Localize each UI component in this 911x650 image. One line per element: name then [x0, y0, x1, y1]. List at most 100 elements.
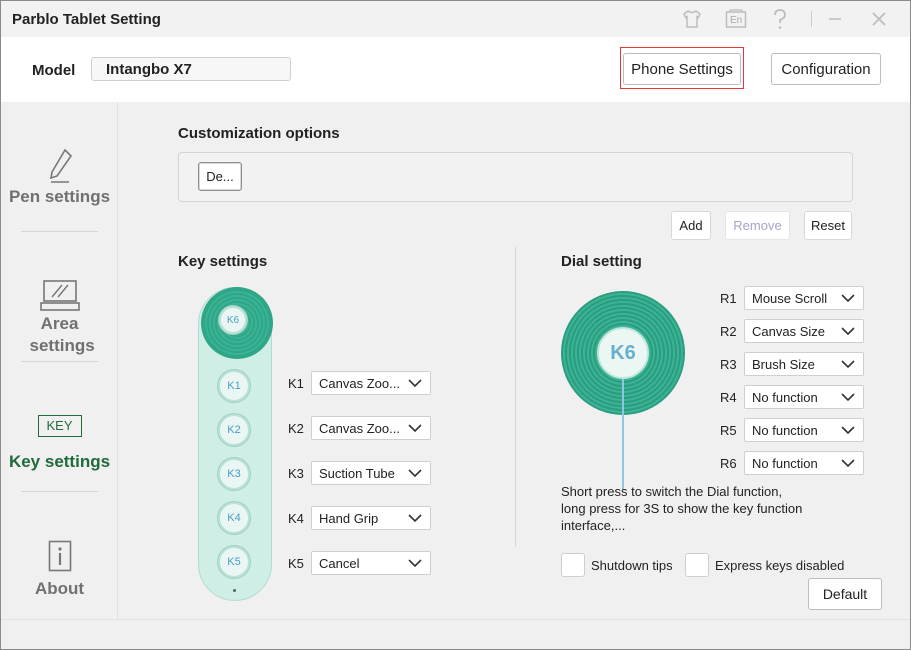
dial-center-button[interactable]: K6 — [597, 327, 649, 379]
model-label: Model — [32, 62, 76, 79]
chevron-down-icon — [408, 469, 422, 478]
sidebar-divider — [21, 491, 98, 492]
chevron-down-icon — [841, 459, 855, 468]
pen-icon — [1, 148, 118, 186]
select-value: Canvas Size — [752, 324, 825, 339]
remove-button[interactable]: Remove — [725, 211, 790, 240]
dial-row-label: R6 — [720, 456, 737, 471]
select-value: Suction Tube — [319, 466, 395, 481]
key-button-k1[interactable]: K1 — [218, 370, 250, 402]
key-k3-select[interactable]: Suction Tube — [311, 461, 431, 485]
dial-r6-select[interactable]: No function — [744, 451, 864, 475]
select-value: Hand Grip — [319, 511, 379, 526]
sidebar-item-label: Area settings — [29, 314, 95, 355]
close-icon[interactable] — [867, 7, 891, 31]
dial-r1-select[interactable]: Mouse Scroll — [744, 286, 864, 310]
chevron-down-icon — [841, 393, 855, 402]
key-button-k6[interactable]: K6 — [219, 306, 247, 334]
dial-description-line: interface,... — [561, 518, 626, 533]
key-button-k5[interactable]: K5 — [218, 546, 250, 578]
chevron-down-icon — [408, 379, 422, 388]
sidebar-item-label: Pen settings — [8, 187, 111, 206]
phone-settings-button[interactable]: Phone Settings — [623, 53, 741, 85]
title-bar: Parblo Tablet Setting En — [1, 1, 910, 37]
add-button[interactable]: Add — [671, 211, 711, 240]
sidebar-item-pen-settings[interactable]: Pen settings — [1, 148, 118, 208]
section-divider — [515, 247, 516, 547]
chevron-down-icon — [408, 424, 422, 433]
key-k4-select[interactable]: Hand Grip — [311, 506, 431, 530]
main-panel: Customization options De... Add Remove R… — [119, 102, 910, 619]
select-value: Cancel — [319, 556, 360, 571]
app-window: Parblo Tablet Setting En Model Intangbo … — [0, 0, 911, 650]
key-k2-select[interactable]: Canvas Zoo... — [311, 416, 431, 440]
select-value: Mouse Scroll — [752, 291, 828, 306]
key-k1-select[interactable]: Canvas Zoo... — [311, 371, 431, 395]
dial-description-line: Short press to switch the Dial function, — [561, 484, 783, 499]
select-value: No function — [752, 390, 818, 405]
key-button-k4[interactable]: K4 — [218, 502, 250, 534]
app-title: Parblo Tablet Setting — [12, 11, 161, 28]
configuration-button[interactable]: Configuration — [771, 53, 881, 85]
preset-button[interactable]: De... — [198, 162, 242, 191]
pad-indicator-dot — [233, 589, 236, 592]
express-keys-disabled-checkbox[interactable] — [685, 553, 709, 577]
select-value: Brush Size — [752, 357, 815, 372]
key-k5-select[interactable]: Cancel — [311, 551, 431, 575]
dial-r5-select[interactable]: No function — [744, 418, 864, 442]
chevron-down-icon — [841, 360, 855, 369]
shutdown-tips-label: Shutdown tips — [591, 558, 673, 573]
model-bar: Model Intangbo X7 Phone Settings Configu… — [1, 37, 910, 102]
key-row-label: K4 — [288, 511, 304, 526]
dial-description: Short press to switch the Dial function,… — [561, 483, 821, 534]
key-row-label: K2 — [288, 421, 304, 436]
sidebar-divider — [21, 231, 98, 232]
select-value: No function — [752, 456, 818, 471]
key-row-label: K3 — [288, 466, 304, 481]
chevron-down-icon — [841, 426, 855, 435]
sidebar-divider — [21, 361, 98, 362]
dial-description-line: long press for 3S to show the key functi… — [561, 501, 803, 516]
dial-r3-select[interactable]: Brush Size — [744, 352, 864, 376]
info-icon — [1, 540, 118, 578]
language-icon[interactable]: En — [724, 7, 748, 31]
sidebar-item-key-settings[interactable]: KEY Key settings — [1, 415, 118, 473]
key-row-label: K5 — [288, 556, 304, 571]
tablet-area-icon — [1, 279, 118, 313]
dial-row-label: R1 — [720, 291, 737, 306]
select-value: No function — [752, 423, 818, 438]
customization-box: De... — [178, 152, 853, 202]
default-button[interactable]: Default — [808, 578, 882, 610]
key-button-k2[interactable]: K2 — [218, 414, 250, 446]
dial-r4-select[interactable]: No function — [744, 385, 864, 409]
minimize-icon[interactable] — [823, 7, 847, 31]
skin-shirt-icon[interactable] — [680, 7, 704, 31]
select-value: Canvas Zoo... — [319, 421, 400, 436]
sidebar-item-about[interactable]: About — [1, 540, 118, 600]
chevron-down-icon — [841, 294, 855, 303]
model-field[interactable]: Intangbo X7 — [91, 57, 291, 81]
select-value: Canvas Zoo... — [319, 376, 400, 391]
sidebar-item-area-settings[interactable]: Area settings — [1, 279, 118, 357]
key-settings-title: Key settings — [178, 253, 268, 270]
sidebar-item-label: About — [34, 579, 85, 598]
dial-row-label: R5 — [720, 423, 737, 438]
key-icon: KEY — [37, 415, 82, 437]
help-icon[interactable] — [768, 7, 792, 31]
dial-pointer-line — [622, 379, 624, 489]
customization-title: Customization options — [178, 125, 340, 142]
reset-button[interactable]: Reset — [804, 211, 852, 240]
chevron-down-icon — [408, 559, 422, 568]
key-button-k3[interactable]: K3 — [218, 458, 250, 490]
dial-row-label: R3 — [720, 357, 737, 372]
chevron-down-icon — [408, 514, 422, 523]
express-keys-disabled-label: Express keys disabled — [715, 558, 845, 573]
dial-row-label: R4 — [720, 390, 737, 405]
language-badge: En — [730, 15, 743, 26]
dial-r2-select[interactable]: Canvas Size — [744, 319, 864, 343]
titlebar-divider — [811, 11, 812, 27]
footer-bar — [1, 619, 910, 649]
key-row-label: K1 — [288, 376, 304, 391]
dial-setting-title: Dial setting — [561, 253, 642, 270]
shutdown-tips-checkbox[interactable] — [561, 553, 585, 577]
